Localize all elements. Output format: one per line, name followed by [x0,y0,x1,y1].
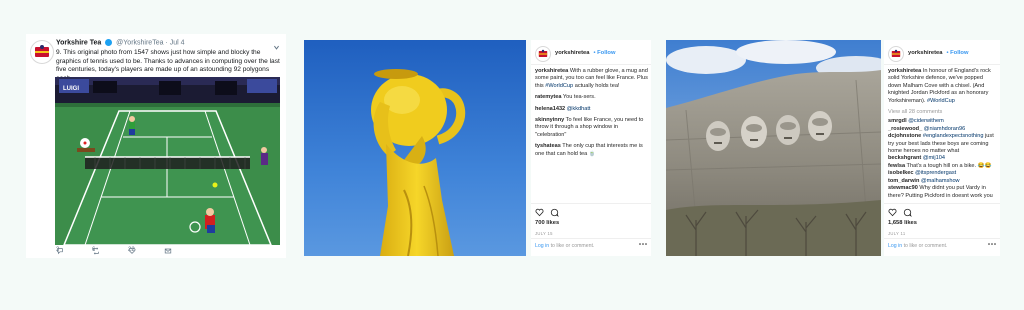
mention-link[interactable]: @niamhdoran96 [924,126,965,132]
hashtag-link[interactable]: #englandexpectsnothing [923,133,984,139]
retweet-count: 6 [92,247,96,253]
comment: tyshateas The only cup that interests me… [535,143,643,157]
comment: tom_darwin @malhamshow [888,178,997,185]
malham-cove-photo[interactable] [666,40,881,256]
mention-link[interactable]: @mij104 [923,155,945,161]
instagram-post-panel-2: yorkshiretea • Follow yorkshiretea In ho… [884,40,1000,256]
comment: helena1432 @kkdhatt [535,106,648,113]
post-comments: yorkshiretea In honour of England's rock… [888,68,997,199]
carved-face-3 [776,115,800,145]
caption-username[interactable]: yorkshiretea [535,68,568,74]
login-prompt: Log in to like or comment. [888,243,948,249]
comment-username[interactable]: fewlsa [888,163,905,169]
carved-face-2 [741,116,767,148]
comment-username[interactable]: ratemytea [535,94,561,100]
post-like-count[interactable]: 1,658 likes [888,220,917,227]
comment-username[interactable]: tyshateas [535,143,561,149]
yorkshire-tea-logo-icon [891,49,901,57]
caption-username[interactable]: yorkshiretea [888,68,921,74]
luigi-player-sprite [129,116,135,135]
post-caption: yorkshiretea In honour of England's rock… [888,68,991,104]
tweet-card: Yorkshire Tea @YorkshireTea · Jul 4 9. T… [26,34,286,258]
reply-action[interactable]: 3 [56,247,64,255]
comment-username[interactable]: helena1432 [535,106,565,112]
yellow-glove-world-cup-image [304,40,526,256]
verified-badge-icon [105,39,113,46]
tweet-actions: 3 6 22 [56,247,281,257]
follow-button[interactable]: • Follow [946,50,968,57]
post-username[interactable]: yorkshiretea [555,50,589,57]
comment-username[interactable]: beckshgrant [888,155,921,161]
comment-username[interactable]: smrgdl [888,118,907,124]
reply-count: 3 [56,247,60,253]
mention-link[interactable]: @malhamshow [921,178,960,184]
comment: _rosiewood_ @niamhdoran96 [888,126,997,133]
comment-username[interactable]: isobelkec [888,170,914,176]
comment: smrgdl @ciderwithem [888,118,997,125]
comment: stewmac90 Why didnt you put Vardy in the… [888,185,993,199]
post-comments: yorkshiretea With a rubber glove, a mug … [535,68,648,162]
post-date[interactable]: JULY 11 [888,230,905,237]
tennis-ball [212,182,218,188]
comment-username[interactable]: tom_darwin [888,178,919,184]
post-header: yorkshiretea • Follow [888,46,968,62]
like-count: 22 [128,247,135,253]
comment-username[interactable]: skinnyinny [535,117,564,123]
like-action[interactable]: 22 [128,247,136,255]
yorkshire-tea-logo-avatar[interactable] [888,46,904,62]
hashtag-link[interactable]: #WorldCup [927,98,955,104]
mention-link[interactable]: @itsprendergast [915,170,956,176]
post-caption: yorkshiretea With a rubber glove, a mug … [535,68,648,89]
post-date[interactable]: JULY 15 [535,230,553,237]
tennis-game-screenshot[interactable]: LUIGI [55,77,280,245]
comment: ratemytea You tea-sers. [535,94,596,101]
tennis-court-image: LUIGI [55,77,280,245]
post-actions [888,208,912,217]
tweet-author-name[interactable]: Yorkshire Tea [56,39,101,46]
tweet-header: Yorkshire Tea @YorkshireTea · Jul 4 [56,39,185,46]
more-options-icon[interactable] [639,242,647,249]
post-like-count[interactable]: 700 likes [535,220,559,227]
yorkshire-tea-logo-avatar[interactable] [30,40,54,64]
carved-face-1 [706,121,730,151]
comment: skinnyinny To feel like France, you need… [535,117,644,138]
mention-link[interactable]: @kkdhatt [567,106,591,112]
game-banner-text: LUIGI [63,86,79,92]
post-username[interactable]: yorkshiretea [908,50,942,57]
yorkshire-tea-logo-avatar[interactable] [535,46,551,62]
comment: fewlsa That's a tough hill on a bike. 😂😂 [888,162,992,169]
comment-icon[interactable] [903,208,912,217]
yorkshire-tea-logo-icon [35,45,49,57]
heart-icon[interactable] [535,208,544,217]
comment-username[interactable]: dcjohnstone [888,133,921,139]
waluigi-player-sprite [261,147,268,165]
comment-username[interactable]: _rosiewood_ [888,126,922,132]
comment: beckshgrant @mij104 [888,155,997,162]
follow-button[interactable]: • Follow [593,50,615,57]
heart-icon[interactable] [888,208,897,217]
hashtag-link[interactable]: #WorldCup [545,83,573,89]
glove-mug-photo[interactable] [304,40,526,256]
comment: isobelkec @itsprendergast [888,170,997,177]
post-header: yorkshiretea • Follow [535,46,615,62]
view-all-comments-link[interactable]: View all 28 comments [888,109,997,116]
login-link[interactable]: Log in [535,243,549,249]
comment: dcjohnstone #englandexpectsnothing just … [888,133,994,155]
yorkshire-tea-logo-icon [538,49,548,57]
mention-link[interactable]: @ciderwithem [908,118,944,124]
instagram-post-panel-1: yorkshiretea • Follow yorkshiretea With … [531,40,651,256]
login-link[interactable]: Log in [888,243,902,249]
post-actions [535,208,559,217]
login-prompt: Log in to like or comment. [535,243,595,249]
envelope-icon [164,248,172,254]
direct-message-action[interactable] [164,247,172,255]
carved-face-4 [808,111,832,141]
comment-icon[interactable] [550,208,559,217]
comment-username[interactable]: stewmac90 [888,185,918,191]
malham-cove-carved-faces-image [666,40,881,256]
tweet-author-handle[interactable]: @YorkshireTea [116,39,163,46]
more-options-icon[interactable] [988,242,996,249]
tweet-date[interactable]: · Jul 4 [165,39,184,46]
retweet-action[interactable]: 6 [92,247,100,255]
